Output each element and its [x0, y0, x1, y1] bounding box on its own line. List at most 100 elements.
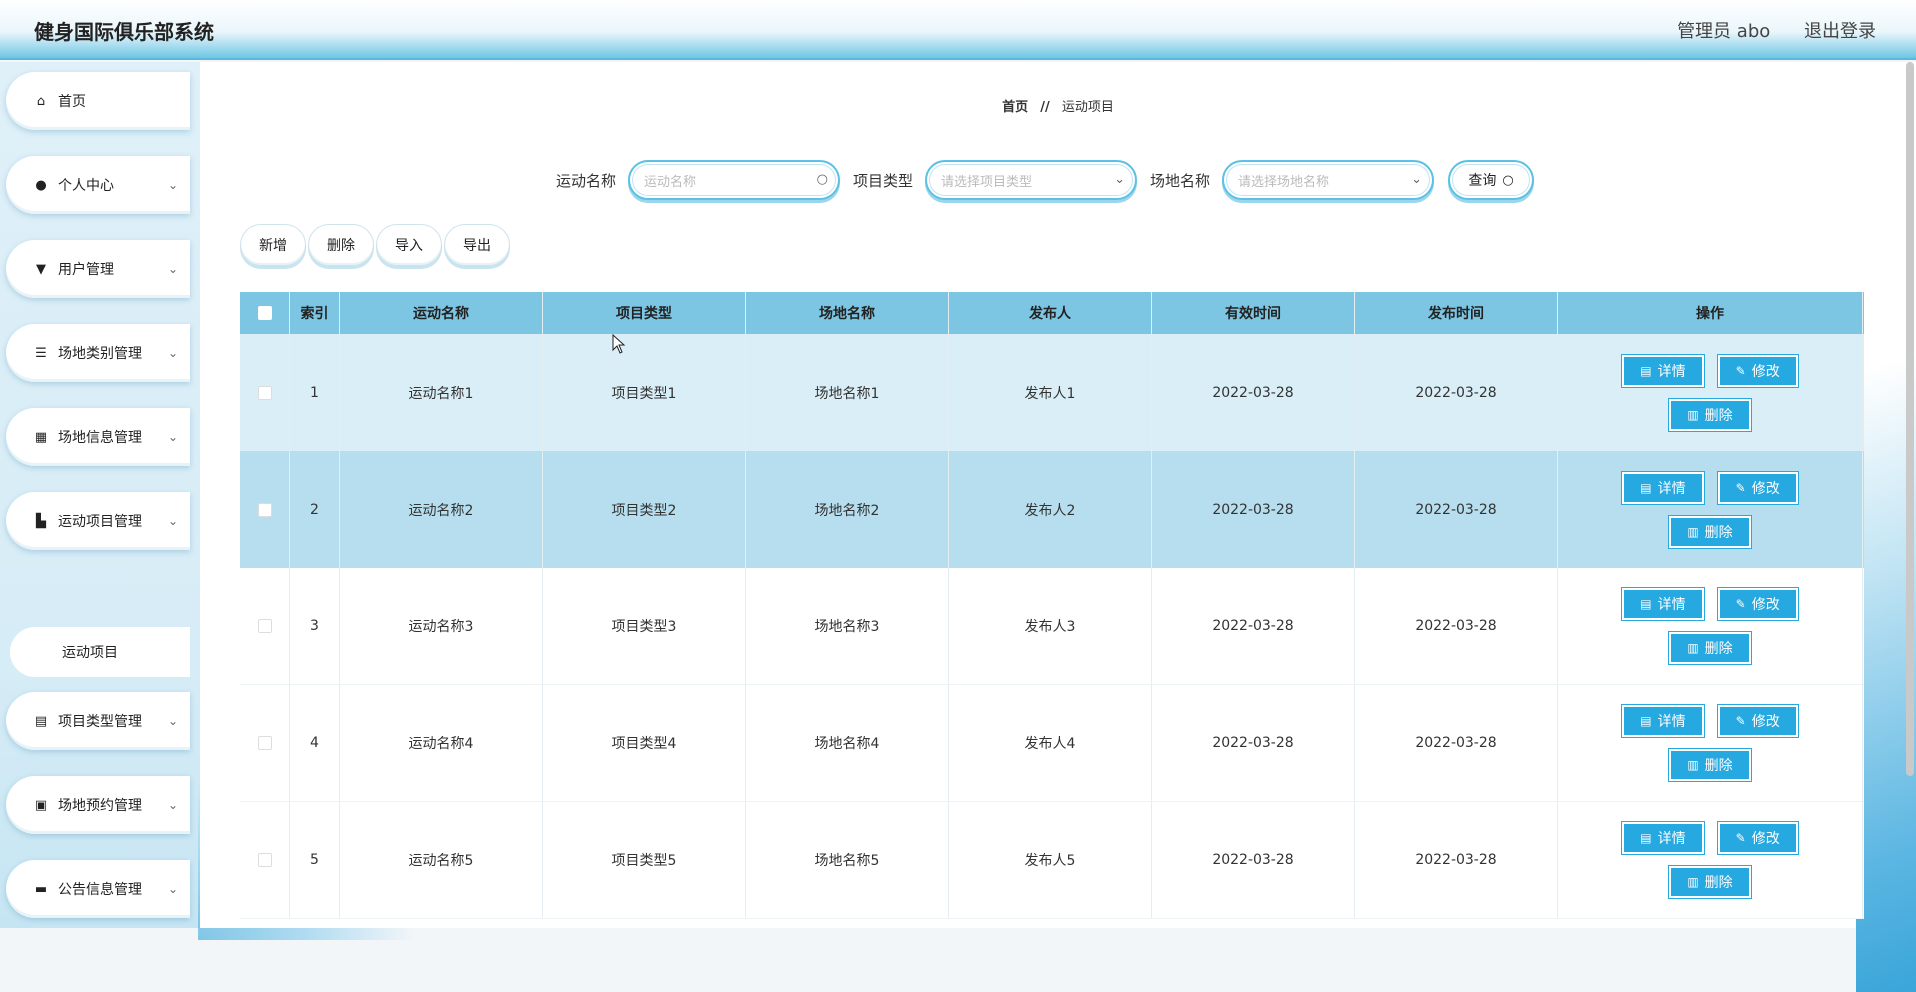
sport-icon: ▙	[36, 513, 46, 529]
trash-icon: ▥	[1687, 524, 1699, 539]
detail-button[interactable]: ▤ 详情	[1622, 705, 1704, 737]
row-checkbox[interactable]	[257, 385, 272, 400]
table-header: 索引 运动名称 项目类型 场地名称 发布人 有效时间 发布时间 操作	[240, 292, 1864, 334]
detail-label: 详情	[1657, 831, 1686, 847]
chevron-down-icon: ⌄	[167, 262, 178, 276]
sidebar-subitem-sport-project[interactable]: 运动项目	[10, 627, 190, 677]
sidebar-item-venue-info[interactable]: ▦ 场地信息管理 ⌄	[6, 408, 190, 466]
sidebar-item-personal-center[interactable]: ● 个人中心 ⌄	[6, 156, 190, 214]
sidebar-item-notice[interactable]: ▬ 公告信息管理 ⌄	[6, 860, 190, 918]
import-button[interactable]: 导入	[376, 224, 442, 266]
chevron-down-icon: ⌄	[1114, 172, 1125, 187]
clipboard-icon: ▤	[34, 713, 48, 729]
delete-label: 删除	[1704, 758, 1733, 774]
row-select-cell	[240, 568, 290, 684]
edit-button[interactable]: ✎ 修改	[1717, 705, 1798, 737]
cell-sport-name: 运动名称3	[340, 568, 543, 684]
sidebar-item-venue-booking[interactable]: ▣ 场地预约管理 ⌄	[6, 776, 190, 834]
detail-button[interactable]: ▤ 详情	[1622, 588, 1704, 620]
header-venue-name: 场地名称	[746, 292, 949, 334]
cell-publish-time: 2022-03-28	[1355, 685, 1558, 801]
venue-name-select[interactable]: 请选择场地名称 ⌄	[1222, 160, 1434, 200]
table-row: 5 运动名称5 项目类型5 场地名称5 发布人5 2022-03-28 2022…	[240, 802, 1864, 919]
chevron-down-icon: ⌄	[1411, 172, 1422, 187]
sidebar-item-project-type[interactable]: ▤ 项目类型管理 ⌄	[6, 692, 190, 750]
detail-button[interactable]: ▤ 详情	[1622, 471, 1704, 504]
search-venue-label: 场地名称	[1150, 172, 1211, 190]
search-type-label: 项目类型	[853, 172, 914, 190]
sidebar-item-venue-category[interactable]: ☰ 场地类别管理 ⌄	[6, 324, 190, 382]
person-icon: ●	[35, 177, 47, 193]
cell-operations: ▤ 详情 ✎ 修改 ▥ 删除	[1558, 568, 1863, 684]
sidebar-item-label: 场地预约管理	[58, 798, 142, 814]
detail-label: 详情	[1657, 597, 1686, 613]
cell-publish-time: 2022-03-28	[1355, 802, 1558, 918]
delete-button[interactable]: ▥ 删除	[1669, 398, 1751, 431]
row-select-cell	[240, 685, 290, 801]
delete-button[interactable]: ▥ 删除	[1669, 866, 1751, 898]
edit-label: 修改	[1751, 831, 1780, 847]
chevron-down-icon: ⌄	[167, 798, 178, 812]
table-row: 4 运动名称4 项目类型4 场地名称4 发布人4 2022-03-28 2022…	[240, 685, 1864, 802]
detail-label: 详情	[1657, 714, 1686, 730]
edit-button[interactable]: ✎ 修改	[1717, 471, 1798, 504]
current-user-label: 管理员 abo	[1677, 21, 1771, 42]
trash-icon: ▥	[1687, 641, 1699, 655]
edit-button[interactable]: ✎ 修改	[1717, 588, 1798, 620]
sidebar-item-label: 个人中心	[58, 178, 114, 194]
cell-project-type: 项目类型5	[543, 802, 746, 918]
cell-operations: ▤ 详情 ✎ 修改 ▥ 删除	[1558, 802, 1863, 918]
row-checkbox[interactable]	[257, 736, 272, 750]
add-button[interactable]: 新增	[240, 224, 306, 266]
sidebar-item-label: 公告信息管理	[58, 882, 142, 898]
logout-link[interactable]: 退出登录	[1804, 21, 1876, 42]
sidebar-item-user-manage[interactable]: ▼ 用户管理 ⌄	[6, 240, 190, 298]
cell-project-type: 项目类型4	[543, 685, 746, 801]
chevron-down-icon: ⌄	[167, 178, 178, 192]
chevron-down-icon: ⌄	[167, 514, 178, 528]
breadcrumb-current: 运动项目	[1061, 100, 1114, 115]
delete-button[interactable]: ▥ 删除	[1669, 632, 1751, 664]
delete-button[interactable]: ▥ 删除	[1669, 515, 1751, 548]
chevron-down-icon: ⌄	[167, 714, 178, 728]
cell-project-type: 项目类型3	[543, 568, 746, 684]
sidebar-item-home[interactable]: ⌂ 首页	[6, 72, 190, 130]
row-checkbox[interactable]	[257, 502, 272, 517]
query-button-label: 查询	[1468, 173, 1497, 189]
sidebar-item-label: 项目类型管理	[58, 714, 142, 730]
batch-delete-button[interactable]: 删除	[308, 224, 374, 266]
search-bar: 运动名称 运动名称 ○ 项目类型 请选择项目类型 ⌄ 场地名称 请选择场地名称 …	[200, 160, 1916, 200]
project-type-select[interactable]: 请选择项目类型 ⌄	[925, 160, 1137, 200]
edit-button[interactable]: ✎ 修改	[1717, 822, 1798, 854]
select-all-checkbox[interactable]	[257, 306, 272, 320]
cell-index: 2	[290, 451, 340, 568]
chevron-down-icon: ⌄	[167, 882, 178, 896]
sidebar-item-sport-project[interactable]: ▙ 运动项目管理 ⌄	[6, 492, 190, 550]
sport-name-input[interactable]: 运动名称 ○	[628, 160, 840, 200]
main-content: 首页 // 运动项目 运动名称 运动名称 ○ 项目类型 请选择项目类型 ⌄ 场地…	[200, 62, 1916, 992]
row-checkbox[interactable]	[257, 619, 272, 633]
export-button[interactable]: 导出	[444, 224, 510, 266]
detail-button[interactable]: ▤ 详情	[1622, 354, 1704, 387]
cell-index: 4	[290, 685, 340, 801]
breadcrumb-home[interactable]: 首页	[1002, 100, 1028, 115]
cell-venue-name: 场地名称1	[746, 334, 949, 451]
cell-index: 3	[290, 568, 340, 684]
search-icon: ○	[1502, 172, 1514, 188]
cell-operations: ▤ 详情 ✎ 修改 ▥ 删除	[1558, 451, 1863, 568]
edit-button[interactable]: ✎ 修改	[1717, 354, 1798, 387]
query-button[interactable]: 查询 ○	[1448, 160, 1534, 200]
detail-label: 详情	[1657, 480, 1686, 497]
delete-button[interactable]: ▥ 删除	[1669, 749, 1751, 781]
row-checkbox[interactable]	[257, 853, 272, 867]
header-publish-time: 发布时间	[1355, 292, 1558, 334]
document-icon: ▤	[1640, 831, 1652, 845]
cell-publisher: 发布人2	[949, 451, 1152, 568]
cell-sport-name: 运动名称5	[340, 802, 543, 918]
chevron-down-icon: ⌄	[167, 430, 178, 444]
delete-label: 删除	[1704, 407, 1733, 424]
edit-label: 修改	[1751, 363, 1780, 380]
header-user-area: 管理员 abo 退出登录	[1649, 17, 1876, 43]
detail-button[interactable]: ▤ 详情	[1622, 822, 1704, 854]
trash-icon: ▥	[1687, 875, 1699, 889]
